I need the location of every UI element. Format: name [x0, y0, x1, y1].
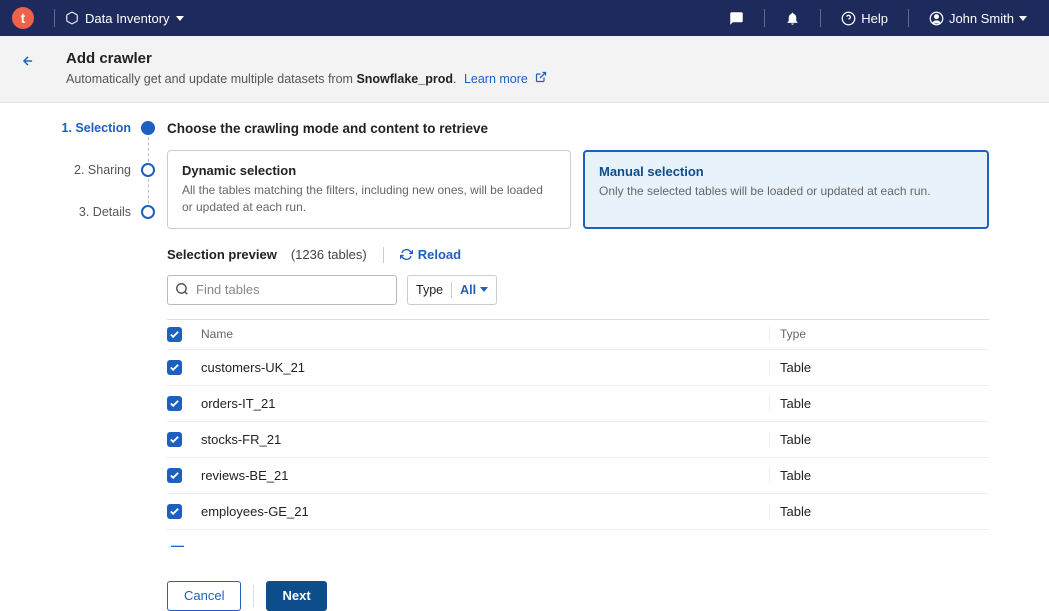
- user-icon: [929, 11, 944, 26]
- table-row: customers-UK_21Table: [167, 350, 989, 386]
- cancel-button[interactable]: Cancel: [167, 581, 241, 611]
- filter-row: Type All: [167, 275, 989, 305]
- search-wrap: [167, 275, 397, 305]
- section-title: Choose the crawling mode and content to …: [167, 121, 989, 136]
- help-icon: [841, 11, 856, 26]
- row-name: customers-UK_21: [197, 360, 769, 375]
- select-all-checkbox[interactable]: [167, 327, 182, 342]
- content: Choose the crawling mode and content to …: [167, 121, 1049, 611]
- table-row: reviews-BE_21Table: [167, 458, 989, 494]
- step-sharing[interactable]: 2. Sharing: [0, 163, 155, 177]
- help-button[interactable]: Help: [831, 0, 898, 36]
- preview-header: Selection preview (1236 tables) Reload: [167, 247, 989, 263]
- data-inventory-icon: [65, 11, 79, 25]
- chevron-down-icon: [1019, 16, 1027, 21]
- row-type: Table: [769, 468, 989, 483]
- card-dynamic-selection[interactable]: Dynamic selection All the tables matchin…: [167, 150, 571, 229]
- bell-icon: [785, 11, 800, 26]
- steps-nav: 1. Selection 2. Sharing 3. Details: [0, 121, 167, 611]
- row-checkbox[interactable]: [167, 432, 182, 447]
- table-row: orders-IT_21Table: [167, 386, 989, 422]
- messages-button[interactable]: [719, 0, 754, 36]
- chevron-down-icon: [480, 287, 488, 292]
- chevron-down-icon: [176, 16, 184, 21]
- step-details[interactable]: 3. Details: [0, 205, 155, 219]
- arrow-left-icon: [18, 54, 38, 68]
- separator: [908, 9, 909, 27]
- search-input[interactable]: [167, 275, 397, 305]
- row-type: Table: [769, 360, 989, 375]
- external-link-icon: [535, 72, 547, 86]
- card-manual-selection[interactable]: Manual selection Only the selected table…: [583, 150, 989, 229]
- row-checkbox[interactable]: [167, 396, 182, 411]
- col-header-name: Name: [197, 327, 769, 341]
- table-row: stocks-FR_21Table: [167, 422, 989, 458]
- nav-label-text: Data Inventory: [85, 11, 170, 26]
- user-name: John Smith: [949, 11, 1014, 26]
- loading-indicator: —: [167, 530, 989, 561]
- notifications-button[interactable]: [775, 0, 810, 36]
- type-filter[interactable]: Type All: [407, 275, 497, 305]
- top-actions: Help John Smith: [719, 0, 1037, 36]
- col-header-type: Type: [769, 327, 989, 341]
- preview-label: Selection preview: [167, 247, 277, 262]
- table-header: Name Type: [167, 320, 989, 350]
- separator: [451, 282, 452, 298]
- row-type: Table: [769, 504, 989, 519]
- reload-button[interactable]: Reload: [400, 247, 461, 262]
- next-button[interactable]: Next: [266, 581, 326, 611]
- separator: [54, 9, 55, 27]
- search-icon: [175, 282, 189, 296]
- back-button[interactable]: [18, 54, 38, 68]
- row-name: reviews-BE_21: [197, 468, 769, 483]
- separator: [764, 9, 765, 27]
- separator: [820, 9, 821, 27]
- step-dot-icon: [141, 163, 155, 177]
- row-name: stocks-FR_21: [197, 432, 769, 447]
- row-type: Table: [769, 396, 989, 411]
- table-row: employees-GE_21Table: [167, 494, 989, 530]
- page-subtitle: Automatically get and update multiple da…: [66, 71, 1049, 86]
- topbar: t Data Inventory Help John Smith: [0, 0, 1049, 36]
- step-dot-icon: [141, 121, 155, 135]
- reload-icon: [400, 248, 413, 261]
- step-selection[interactable]: 1. Selection: [0, 121, 155, 135]
- row-checkbox[interactable]: [167, 360, 182, 375]
- separator: [383, 247, 384, 263]
- learn-more-link[interactable]: Learn more: [464, 72, 547, 86]
- row-type: Table: [769, 432, 989, 447]
- mode-cards: Dynamic selection All the tables matchin…: [167, 150, 989, 229]
- step-dot-icon: [141, 205, 155, 219]
- page-title: Add crawler: [66, 50, 1049, 67]
- chat-icon: [729, 11, 744, 26]
- user-menu[interactable]: John Smith: [919, 0, 1037, 36]
- tables-list: Name Type customers-UK_21Tableorders-IT_…: [167, 319, 989, 561]
- help-text: Help: [861, 11, 888, 26]
- separator: [253, 585, 254, 607]
- preview-count: (1236 tables): [291, 247, 367, 262]
- row-name: employees-GE_21: [197, 504, 769, 519]
- row-name: orders-IT_21: [197, 396, 769, 411]
- row-checkbox[interactable]: [167, 504, 182, 519]
- row-checkbox[interactable]: [167, 468, 182, 483]
- main: 1. Selection 2. Sharing 3. Details Choos…: [0, 103, 1049, 611]
- page-header: Add crawler Automatically get and update…: [0, 36, 1049, 103]
- nav-data-inventory[interactable]: Data Inventory: [65, 11, 184, 26]
- footer-actions: Cancel Next: [167, 581, 989, 611]
- app-logo[interactable]: t: [12, 7, 34, 29]
